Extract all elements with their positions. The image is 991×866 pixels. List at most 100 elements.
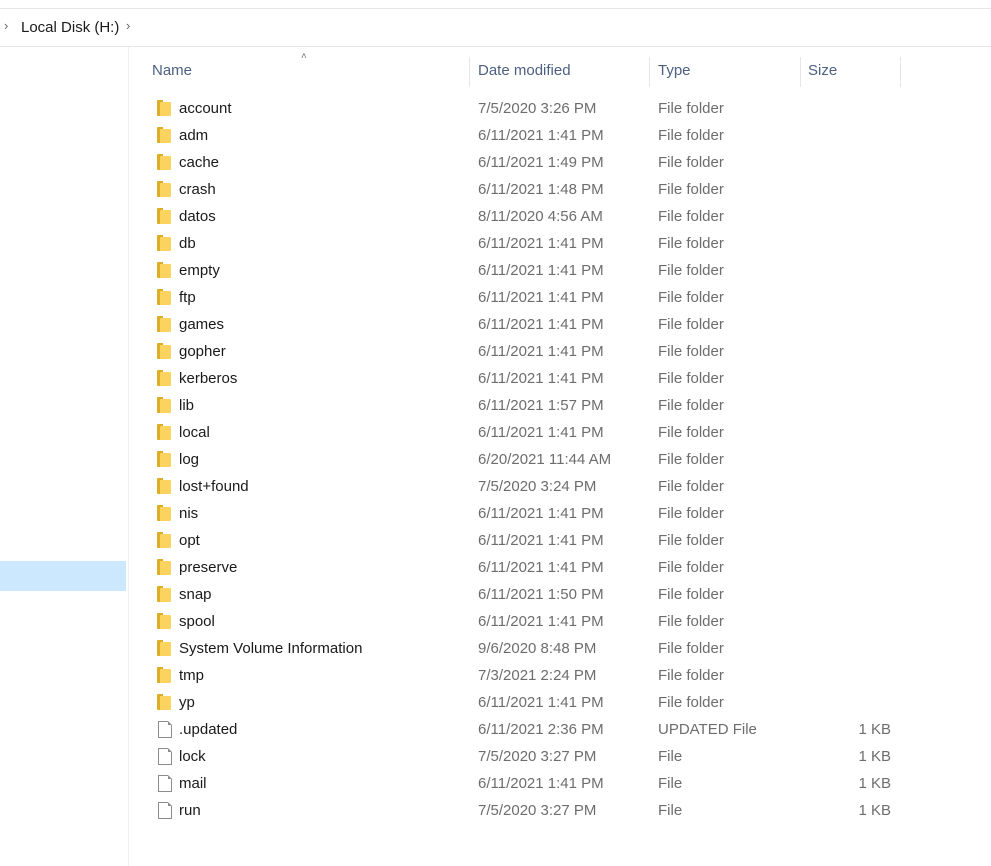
file-name: db bbox=[179, 235, 196, 252]
column-header-date[interactable]: Date modified bbox=[478, 62, 571, 79]
file-size: 1 KB bbox=[858, 775, 891, 792]
file-row[interactable]: gopher 6/11/2021 1:41 PM File folder bbox=[129, 338, 991, 365]
file-type: File folder bbox=[658, 208, 724, 225]
file-date-modified: 9/6/2020 8:48 PM bbox=[478, 640, 597, 657]
file-type: File folder bbox=[658, 397, 724, 414]
breadcrumb-local-disk[interactable]: Local Disk (H:) bbox=[21, 19, 119, 36]
folder-icon bbox=[157, 208, 171, 224]
file-date-modified: 6/11/2021 1:41 PM bbox=[478, 775, 604, 792]
chevron-right-icon[interactable]: › bbox=[4, 18, 8, 33]
column-divider[interactable] bbox=[800, 57, 801, 87]
file-row[interactable]: ftp 6/11/2021 1:41 PM File folder bbox=[129, 284, 991, 311]
file-type: File folder bbox=[658, 154, 724, 171]
file-name: preserve bbox=[179, 559, 238, 576]
file-name: yp bbox=[179, 694, 195, 711]
file-type: File folder bbox=[658, 127, 724, 144]
file-type: File folder bbox=[658, 694, 724, 711]
file-date-modified: 6/11/2021 1:41 PM bbox=[478, 694, 604, 711]
file-name: gopher bbox=[179, 343, 226, 360]
file-row[interactable]: account 7/5/2020 3:26 PM File folder bbox=[129, 95, 991, 122]
folder-icon bbox=[157, 343, 171, 359]
chevron-right-icon[interactable]: › bbox=[126, 18, 130, 33]
column-header-size[interactable]: Size bbox=[808, 62, 837, 79]
file-name: datos bbox=[179, 208, 216, 225]
file-date-modified: 6/11/2021 1:41 PM bbox=[478, 235, 604, 252]
file-name: nis bbox=[179, 505, 199, 522]
file-name: run bbox=[179, 802, 201, 819]
file-date-modified: 6/11/2021 1:41 PM bbox=[478, 316, 604, 333]
file-row[interactable]: System Volume Information 9/6/2020 8:48 P… bbox=[129, 635, 991, 662]
file-type: File folder bbox=[658, 262, 724, 279]
folder-icon bbox=[157, 640, 171, 656]
file-row[interactable]: run 7/5/2020 3:27 PM File 1 KB bbox=[129, 797, 991, 824]
column-divider[interactable] bbox=[469, 57, 470, 87]
folder-icon bbox=[157, 127, 171, 143]
column-divider[interactable] bbox=[900, 57, 901, 87]
file-date-modified: 6/11/2021 1:41 PM bbox=[478, 289, 604, 306]
file-type: File folder bbox=[658, 505, 724, 522]
folder-icon bbox=[157, 613, 171, 629]
file-type: UPDATED File bbox=[658, 721, 757, 738]
file-row[interactable]: datos 8/11/2020 4:56 AM File folder bbox=[129, 203, 991, 230]
file-row[interactable]: empty 6/11/2021 1:41 PM File folder bbox=[129, 257, 991, 284]
file-type: File bbox=[658, 748, 683, 765]
file-row[interactable]: lib 6/11/2021 1:57 PM File folder bbox=[129, 392, 991, 419]
file-row[interactable]: .updated 6/11/2021 2:36 PM UPDATED File 1 K… bbox=[129, 716, 991, 743]
file-row[interactable]: mail 6/11/2021 1:41 PM File 1 KB bbox=[129, 770, 991, 797]
file-type: File folder bbox=[658, 100, 724, 117]
column-header-name[interactable]: Name bbox=[152, 62, 192, 79]
folder-icon bbox=[157, 100, 171, 116]
folder-icon bbox=[157, 316, 171, 332]
file-type: File folder bbox=[658, 559, 724, 576]
file-date-modified: 7/5/2020 3:26 PM bbox=[478, 100, 597, 117]
file-date-modified: 7/3/2021 2:24 PM bbox=[478, 667, 597, 684]
file-row[interactable]: games 6/11/2021 1:41 PM File folder bbox=[129, 311, 991, 338]
file-date-modified: 6/11/2021 1:41 PM bbox=[478, 532, 604, 549]
file-row[interactable]: nis 6/11/2021 1:41 PM File folder bbox=[129, 500, 991, 527]
file-row[interactable]: opt 6/11/2021 1:41 PM File folder bbox=[129, 527, 991, 554]
folder-icon bbox=[157, 667, 171, 683]
file-icon bbox=[158, 802, 172, 819]
file-size: 1 KB bbox=[858, 748, 891, 765]
address-bar[interactable]: › Local Disk (H:) › bbox=[0, 9, 991, 47]
file-type: File folder bbox=[658, 478, 724, 495]
file-name: kerberos bbox=[179, 370, 238, 387]
file-name: ftp bbox=[179, 289, 196, 306]
folder-icon bbox=[157, 478, 171, 494]
file-name: log bbox=[179, 451, 200, 468]
column-divider[interactable] bbox=[649, 57, 650, 87]
file-date-modified: 6/11/2021 1:48 PM bbox=[478, 181, 604, 198]
file-date-modified: 6/11/2021 1:57 PM bbox=[478, 397, 604, 414]
file-type: File folder bbox=[658, 586, 724, 603]
file-row[interactable]: kerberos 6/11/2021 1:41 PM File folder bbox=[129, 365, 991, 392]
folder-icon bbox=[157, 424, 171, 440]
file-date-modified: 6/11/2021 1:41 PM bbox=[478, 505, 604, 522]
file-row[interactable]: cache 6/11/2021 1:49 PM File folder bbox=[129, 149, 991, 176]
file-date-modified: 6/20/2021 11:44 AM bbox=[478, 451, 612, 468]
file-row[interactable]: yp 6/11/2021 1:41 PM File folder bbox=[129, 689, 991, 716]
file-row[interactable]: db 6/11/2021 1:41 PM File folder bbox=[129, 230, 991, 257]
folder-icon bbox=[157, 235, 171, 251]
file-name: .updated bbox=[179, 721, 238, 738]
file-row[interactable]: tmp 7/3/2021 2:24 PM File folder bbox=[129, 662, 991, 689]
navigation-pane bbox=[0, 47, 129, 866]
file-row[interactable]: log 6/20/2021 11:44 AM File folder bbox=[129, 446, 991, 473]
file-row[interactable]: snap 6/11/2021 1:50 PM File folder bbox=[129, 581, 991, 608]
file-row[interactable]: crash 6/11/2021 1:48 PM File folder bbox=[129, 176, 991, 203]
file-name: opt bbox=[179, 532, 200, 549]
file-row[interactable]: preserve 6/11/2021 1:41 PM File folder bbox=[129, 554, 991, 581]
folder-icon bbox=[157, 505, 171, 521]
file-type: File folder bbox=[658, 640, 724, 657]
file-type: File folder bbox=[658, 343, 724, 360]
file-row[interactable]: spool 6/11/2021 1:41 PM File folder bbox=[129, 608, 991, 635]
column-header-type[interactable]: Type bbox=[658, 62, 691, 79]
nav-selected-item[interactable] bbox=[0, 561, 126, 591]
file-row[interactable]: lock 7/5/2020 3:27 PM File 1 KB bbox=[129, 743, 991, 770]
file-row[interactable]: adm 6/11/2021 1:41 PM File folder bbox=[129, 122, 991, 149]
file-date-modified: 7/5/2020 3:27 PM bbox=[478, 748, 597, 765]
file-row[interactable]: lost+found 7/5/2020 3:24 PM File folder bbox=[129, 473, 991, 500]
file-name: tmp bbox=[179, 667, 205, 684]
file-row[interactable]: local 6/11/2021 1:41 PM File folder bbox=[129, 419, 991, 446]
file-type: File folder bbox=[658, 235, 724, 252]
file-date-modified: 6/11/2021 1:41 PM bbox=[478, 613, 604, 630]
